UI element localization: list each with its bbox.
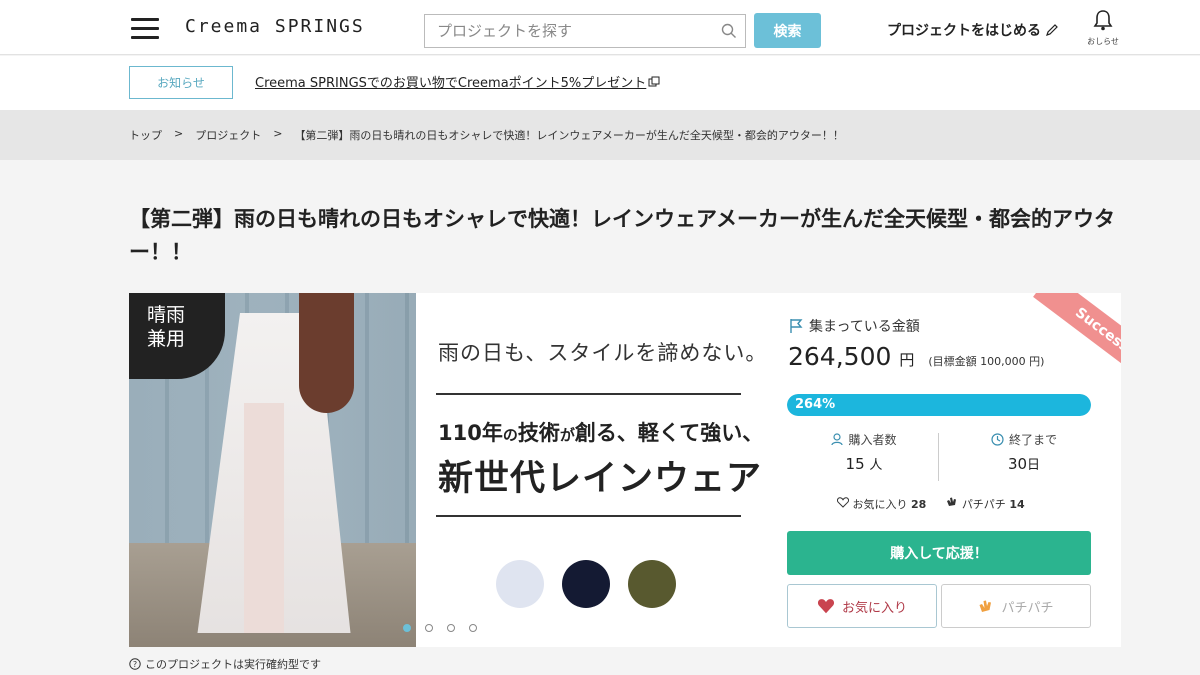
clock-icon [991, 433, 1004, 446]
days-left-value: 30日 [949, 454, 1099, 473]
search-button[interactable]: 検索 [754, 13, 821, 48]
start-project-label: プロジェクトをはじめる [887, 23, 1041, 39]
carousel-dot[interactable] [403, 624, 411, 632]
days-left-label-text: 終了まで [1008, 433, 1057, 447]
clap-hands-icon [979, 600, 992, 612]
person-icon [831, 433, 844, 446]
favorite-button-label: お気に入り [841, 600, 907, 616]
product-photo: 晴雨 兼用 [129, 293, 416, 647]
carousel-dot[interactable] [469, 624, 477, 632]
pencil-icon [1046, 24, 1058, 36]
tech-part: 創る、軽くて強い、 [574, 421, 764, 445]
notifications-label: おしらせ [1087, 37, 1119, 46]
svg-text:?: ? [133, 660, 137, 669]
flag-icon [790, 319, 803, 333]
clap-icon [947, 497, 957, 506]
amount-currency: 円 [899, 351, 915, 369]
progress-bar: 264% [787, 394, 1091, 416]
tech-part: が [559, 426, 575, 444]
days-left-number: 30 [1007, 455, 1028, 473]
breadcrumb-item-top[interactable]: トップ [129, 127, 162, 143]
divider [436, 393, 741, 395]
search-icon[interactable] [721, 23, 737, 39]
site-logo[interactable]: Creema SPRINGS [185, 16, 365, 37]
start-project-link[interactable]: プロジェクトをはじめる [887, 20, 1059, 40]
breadcrumb-separator: > [174, 127, 184, 140]
heart-outline-icon [836, 497, 850, 508]
breadcrumb-bar: トップ > プロジェクト > 【第二弾】雨の日も晴れの日もオシャレで快適！レイン… [0, 110, 1200, 160]
reaction-counts: お気に入り 28 パチパチ 14 [836, 496, 1025, 512]
badge-line-1: 晴雨 [147, 304, 186, 326]
supporters-stat: 購入者数 15 人 [789, 431, 939, 473]
heart-icon [817, 599, 835, 614]
external-link-icon [648, 76, 660, 86]
hero-tagline: 雨の日も、スタイルを諦めない。 [438, 341, 768, 365]
success-ribbon: Success [1033, 293, 1121, 388]
breadcrumb-item-current: 【第二弾】雨の日も晴れの日もオシャレで快適！レインウェアメーカーが生んだ全天候型… [294, 129, 844, 142]
notice-link[interactable]: Creema SPRINGSでのお買い物でCreemaポイント5%プレゼント [255, 72, 660, 91]
supporters-label: 購入者数 [789, 431, 939, 448]
claps-count-item: パチパチ 14 [946, 496, 1025, 512]
amount-value: 264,500 [788, 342, 892, 371]
project-type-note: ? このプロジェクトは実行確約型です [129, 656, 321, 672]
breadcrumb-item-project[interactable]: プロジェクト [195, 127, 261, 143]
collected-amount: 264,500 円 (目標金額 100,000 円) [788, 342, 1044, 371]
days-left-unit: 日 [1027, 458, 1041, 473]
search-input[interactable] [425, 15, 705, 47]
badge-line-2: 兼用 [147, 328, 186, 350]
tech-part: 技術 [517, 421, 560, 445]
carousel-dot[interactable] [425, 624, 433, 632]
search-field[interactable] [424, 14, 746, 48]
divider [436, 515, 741, 517]
carousel-dots [403, 624, 477, 632]
color-swatch-navy [562, 560, 610, 608]
bell-icon [1093, 10, 1113, 31]
favorites-count: 28 [911, 498, 927, 511]
favorites-label: お気に入り [852, 498, 908, 511]
notifications-button[interactable]: おしらせ [1086, 9, 1120, 47]
stat-divider [938, 433, 939, 481]
hero-headline: 新世代レインウェア [438, 459, 763, 499]
collected-label-text: 集まっている金額 [809, 319, 920, 335]
carousel-dot[interactable] [447, 624, 455, 632]
site-header: Creema SPRINGS 検索 プロジェクトをはじめる おしらせ [0, 0, 1200, 55]
notice-link-text: Creema SPRINGSでのお買い物でCreemaポイント5%プレゼント [255, 76, 647, 91]
help-icon[interactable]: ? [129, 658, 141, 670]
notice-tag: お知らせ [129, 66, 233, 99]
menu-icon[interactable] [131, 18, 159, 40]
buy-support-button[interactable]: 購入して応援！ [787, 531, 1091, 575]
project-type-text: このプロジェクトは実行確約型です [145, 658, 321, 671]
hero-copy: 雨の日も、スタイルを諦めない。 110年の技術が創る、軽くて強い、 新世代レイン… [416, 293, 769, 647]
clap-button[interactable]: パチパチ [941, 584, 1091, 628]
claps-count: 14 [1009, 498, 1025, 511]
days-left-stat: 終了まで 30日 [949, 431, 1099, 473]
page-title: 【第二弾】雨の日も晴れの日もオシャレで快適！レインウェアメーカーが生んだ全天候型… [129, 207, 1115, 264]
hero-carousel[interactable]: 晴雨 兼用 雨の日も、スタイルを諦めない。 110年の技術が創る、軽くて強い、 … [129, 293, 769, 647]
supporters-value: 15 人 [789, 454, 939, 473]
progress-percent: 264% [795, 397, 836, 412]
clap-button-label: パチパチ [1001, 600, 1054, 616]
goal-amount: (目標金額 100,000 円) [928, 355, 1045, 368]
supporters-number: 15 [845, 455, 865, 473]
color-swatch-light [496, 560, 544, 608]
hero-tech-line: 110年の技術が創る、軽くて強い、 [438, 417, 763, 447]
supporters-unit: 人 [869, 458, 883, 473]
color-swatch-olive [628, 560, 676, 608]
claps-label: パチパチ [961, 498, 1006, 511]
tech-part: 110年 [438, 421, 503, 445]
days-left-label: 終了まで [949, 431, 1099, 448]
collected-amount-label: 集まっている金額 [789, 316, 920, 336]
notice-bar: お知らせ Creema SPRINGSでのお買い物でCreemaポイント5%プレ… [0, 56, 1200, 110]
breadcrumb: トップ > プロジェクト > 【第二弾】雨の日も晴れの日もオシャレで快適！レイン… [129, 127, 844, 143]
favorite-button[interactable]: お気に入り [787, 584, 937, 628]
breadcrumb-separator: > [273, 127, 283, 140]
funding-panel: Success 集まっている金額 264,500 円 (目標金額 100,000… [769, 293, 1121, 647]
tech-part: の [502, 426, 518, 444]
favorites-count-item: お気に入り 28 [836, 496, 927, 512]
supporters-label-text: 購入者数 [848, 433, 897, 447]
